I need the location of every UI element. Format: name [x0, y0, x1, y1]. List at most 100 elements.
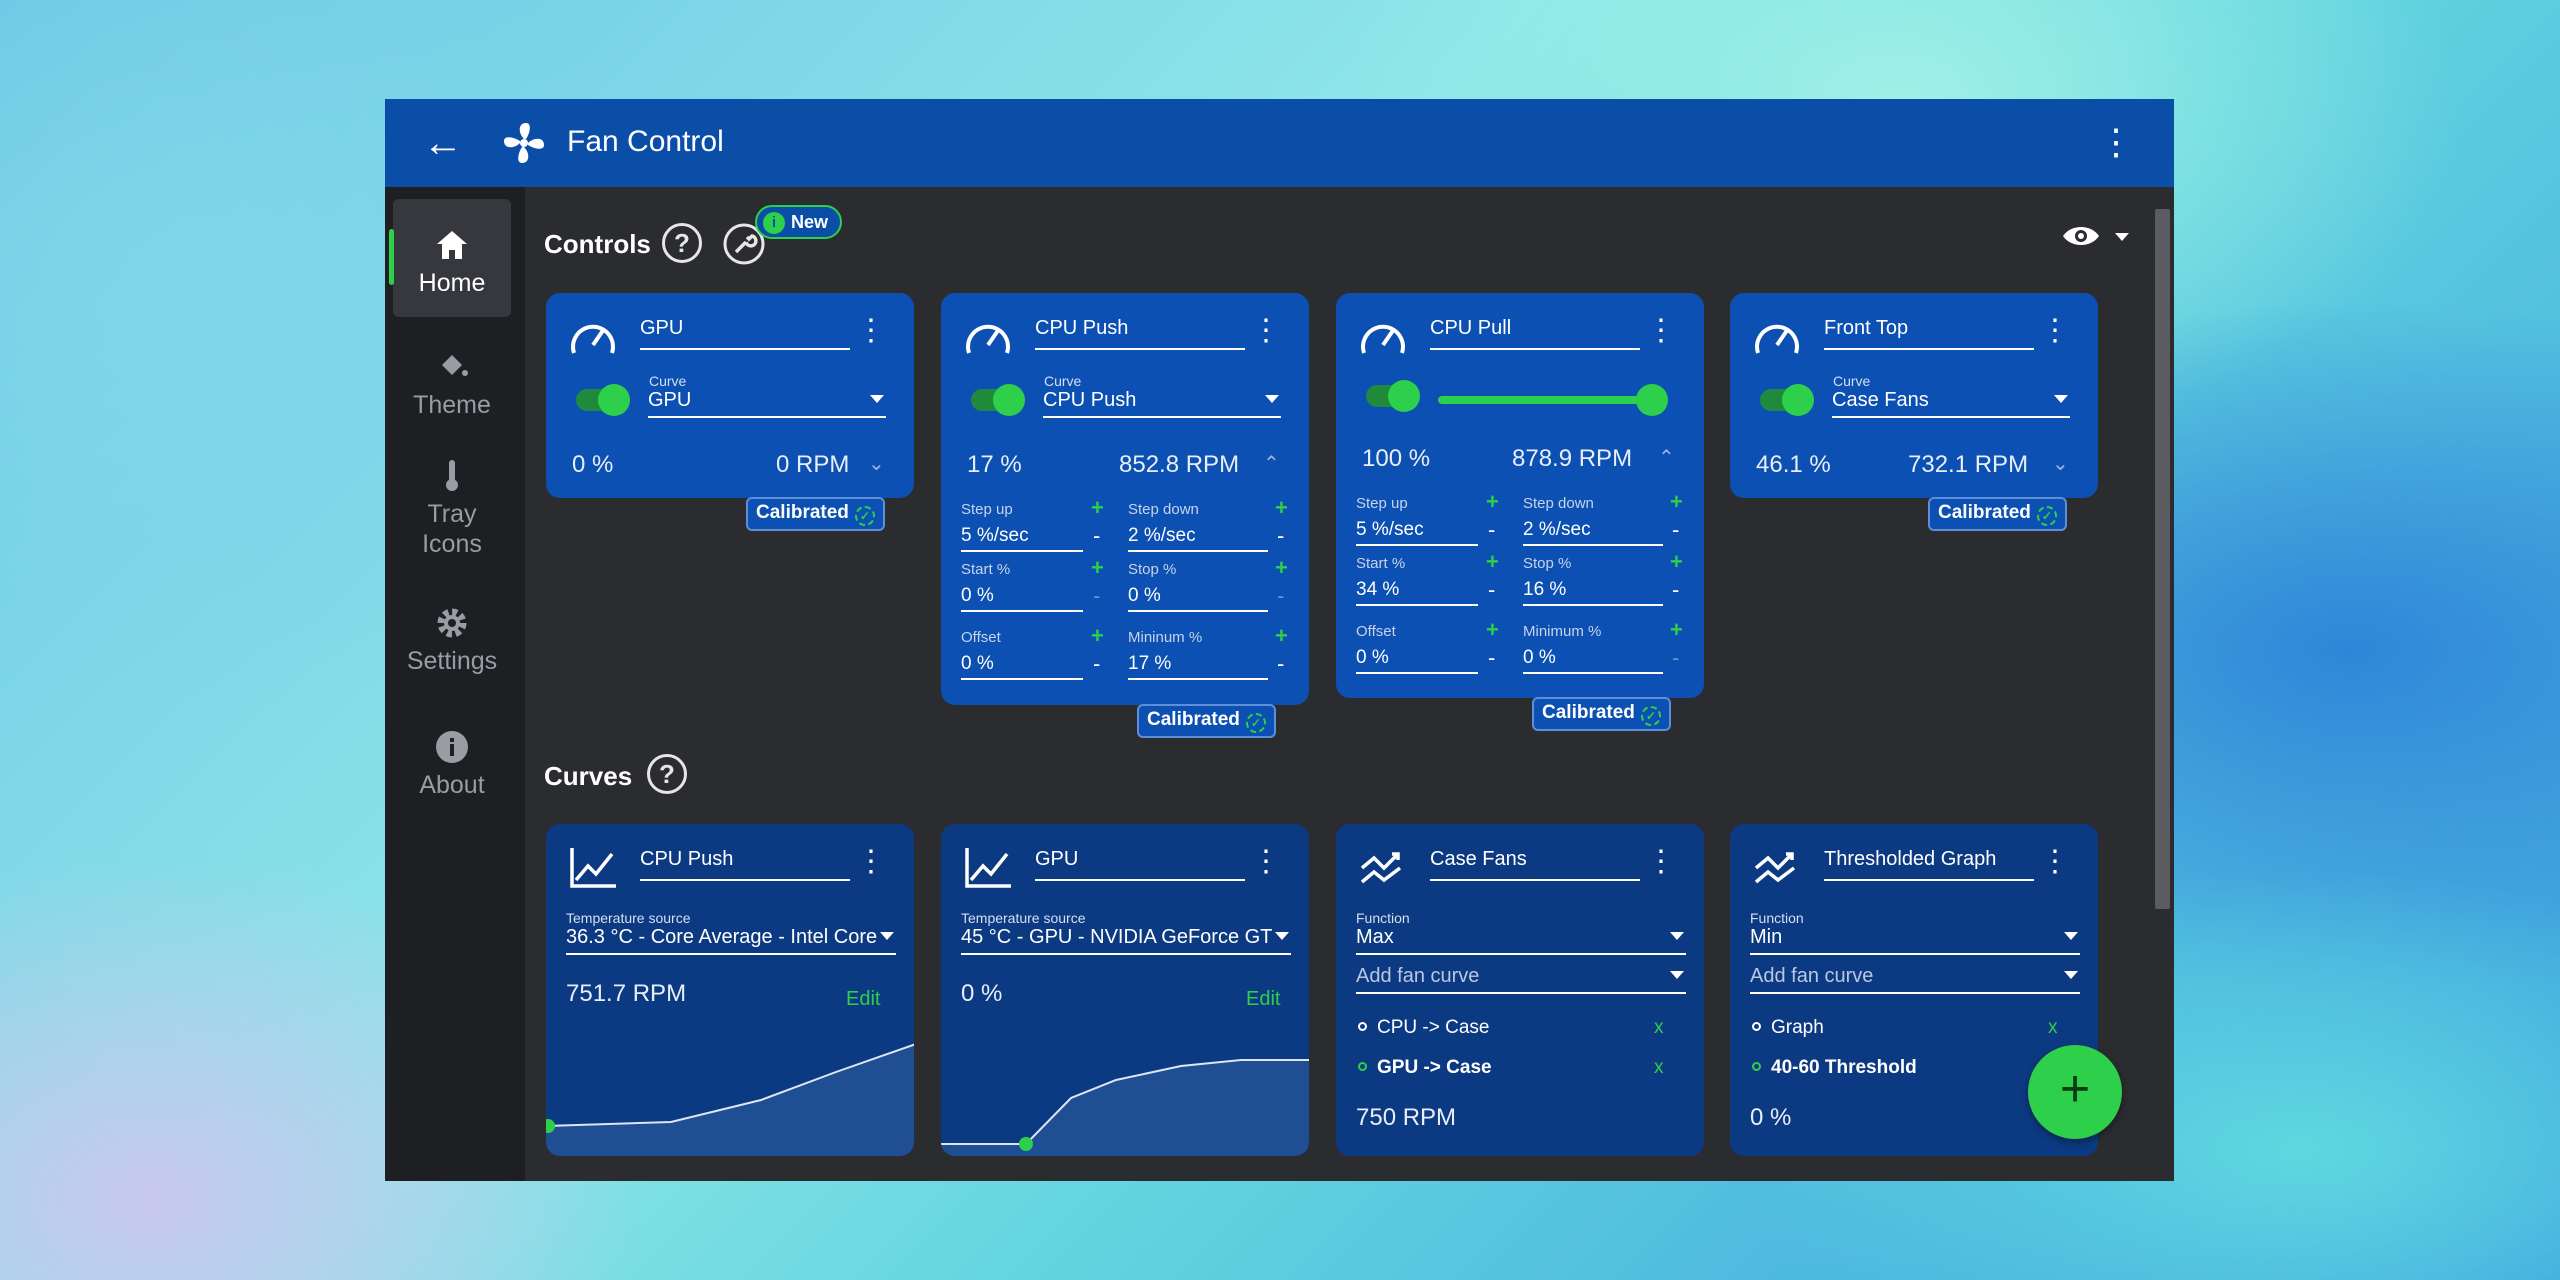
step-up-increase[interactable]: + [1486, 489, 1499, 515]
step-down-field[interactable]: 2 %/sec [1523, 519, 1663, 546]
eye-icon[interactable] [2061, 223, 2101, 249]
stop-increase[interactable]: + [1275, 555, 1288, 581]
offset-decrease[interactable]: - [1093, 651, 1100, 677]
enable-toggle[interactable] [1366, 380, 1420, 412]
fan-logo-icon [504, 123, 544, 163]
minimum-increase[interactable]: + [1275, 623, 1288, 649]
step-up-decrease[interactable]: - [1093, 523, 1100, 549]
start-decrease[interactable]: - [1488, 577, 1495, 603]
speed-slider[interactable] [1438, 396, 1652, 404]
minimum-label: Minimum % [1523, 623, 1602, 640]
expand-chevron-icon[interactable]: ⌄ [868, 451, 885, 476]
step-up-field[interactable]: 5 %/sec [1356, 519, 1478, 546]
control-name[interactable]: Front Top [1824, 317, 2034, 350]
step-up-decrease[interactable]: - [1488, 517, 1495, 543]
start-label: Start % [1356, 555, 1406, 572]
more-menu-icon[interactable]: ⋮ [2098, 121, 2134, 163]
visibility-dropdown-caret-icon[interactable] [2115, 233, 2129, 241]
curve-chart[interactable] [941, 1026, 1309, 1156]
scrollbar[interactable] [2152, 187, 2174, 1181]
card-menu-icon[interactable]: ⋮ [1251, 313, 1281, 348]
start-increase[interactable]: + [1091, 555, 1104, 581]
curve-name[interactable]: GPU [1035, 848, 1245, 881]
offset-increase[interactable]: + [1486, 617, 1499, 643]
minimum-decrease[interactable]: - [1277, 651, 1284, 677]
collapse-chevron-icon[interactable]: ⌃ [1658, 445, 1675, 470]
temperature-source-select[interactable]: 36.3 °C - Core Average - Intel Core [566, 926, 896, 955]
start-decrease[interactable]: - [1093, 583, 1100, 609]
minimum-field[interactable]: 17 % [1128, 653, 1268, 680]
expand-chevron-icon[interactable]: ⌄ [2052, 451, 2069, 476]
calibrated-label: Calibrated [1938, 502, 2031, 523]
card-menu-icon[interactable]: ⋮ [1646, 313, 1676, 348]
enable-toggle[interactable] [1760, 384, 1814, 416]
control-name[interactable]: CPU Push [1035, 317, 1245, 350]
add-fan-curve-placeholder: Add fan curve [1356, 965, 1480, 987]
curve-name[interactable]: Thresholded Graph [1824, 848, 2034, 881]
minimum-field[interactable]: 0 % [1523, 647, 1663, 674]
curve-name[interactable]: Case Fans [1430, 848, 1640, 881]
edit-curve-link[interactable]: Edit [1246, 988, 1280, 1011]
new-badge: i New [755, 205, 843, 239]
add-fan-curve-select[interactable]: Add fan curve [1750, 965, 2080, 994]
step-down-increase[interactable]: + [1275, 495, 1288, 521]
stop-increase[interactable]: + [1670, 549, 1683, 575]
function-select[interactable]: Min [1750, 926, 2080, 955]
offset-field[interactable]: 0 % [961, 653, 1083, 680]
card-menu-icon[interactable]: ⋮ [2040, 844, 2070, 879]
step-up-field[interactable]: 5 %/sec [961, 525, 1083, 552]
speed-slider-knob[interactable] [1636, 384, 1668, 416]
collapse-chevron-icon[interactable]: ⌃ [1263, 451, 1280, 476]
control-name[interactable]: CPU Pull [1430, 317, 1640, 350]
enable-toggle[interactable] [576, 384, 630, 416]
card-menu-icon[interactable]: ⋮ [856, 844, 886, 879]
card-menu-icon[interactable]: ⋮ [1646, 844, 1676, 879]
card-menu-icon[interactable]: ⋮ [856, 313, 886, 348]
gear-icon [437, 608, 467, 638]
start-field[interactable]: 34 % [1356, 579, 1478, 606]
step-up-increase[interactable]: + [1091, 495, 1104, 521]
nav-settings[interactable]: Settings [393, 577, 511, 695]
nav-tray-icons-label: Tray Icons [422, 500, 482, 558]
temperature-source-select[interactable]: 45 °C - GPU - NVIDIA GeForce GT [961, 926, 1291, 955]
curves-help-icon[interactable]: ? [647, 754, 687, 794]
minimum-increase[interactable]: + [1670, 617, 1683, 643]
stop-field[interactable]: 0 % [1128, 585, 1268, 612]
scrollbar-thumb[interactable] [2155, 209, 2170, 909]
curve-chart[interactable] [546, 1026, 914, 1156]
offset-field[interactable]: 0 % [1356, 647, 1478, 674]
nav-home[interactable]: Home [389, 199, 511, 317]
add-fab-button[interactable]: + [2028, 1045, 2122, 1139]
control-name[interactable]: GPU [640, 317, 850, 350]
stop-decrease[interactable]: - [1672, 577, 1679, 603]
stop-decrease[interactable]: - [1277, 583, 1284, 609]
start-field[interactable]: 0 % [961, 585, 1083, 612]
card-menu-icon[interactable]: ⋮ [1251, 844, 1281, 879]
step-down-decrease[interactable]: - [1672, 517, 1679, 543]
step-down-field[interactable]: 2 %/sec [1128, 525, 1268, 552]
step-down-decrease[interactable]: - [1277, 523, 1284, 549]
offset-increase[interactable]: + [1091, 623, 1104, 649]
curve-select[interactable]: Case Fans [1832, 389, 2070, 418]
remove-fan-curve-button[interactable]: x [2048, 1017, 2058, 1039]
function-select[interactable]: Max [1356, 926, 1686, 955]
back-arrow-icon[interactable]: ← [423, 123, 463, 163]
curve-select[interactable]: CPU Push [1043, 389, 1281, 418]
nav-tray-icons[interactable]: Tray Icons [393, 443, 511, 563]
step-down-increase[interactable]: + [1670, 489, 1683, 515]
remove-fan-curve-button[interactable]: x [1654, 1057, 1664, 1079]
stop-field[interactable]: 16 % [1523, 579, 1663, 606]
edit-curve-link[interactable]: Edit [846, 988, 880, 1011]
curve-name[interactable]: CPU Push [640, 848, 850, 881]
controls-help-icon[interactable]: ? [662, 223, 702, 263]
minimum-decrease[interactable]: - [1672, 645, 1679, 671]
curve-select[interactable]: GPU [648, 389, 886, 418]
nav-theme[interactable]: Theme [393, 321, 511, 439]
start-increase[interactable]: + [1486, 549, 1499, 575]
add-fan-curve-select[interactable]: Add fan curve [1356, 965, 1686, 994]
card-menu-icon[interactable]: ⋮ [2040, 313, 2070, 348]
nav-about[interactable]: About [393, 701, 511, 819]
enable-toggle[interactable] [971, 384, 1025, 416]
remove-fan-curve-button[interactable]: x [1654, 1017, 1664, 1039]
offset-decrease[interactable]: - [1488, 645, 1495, 671]
